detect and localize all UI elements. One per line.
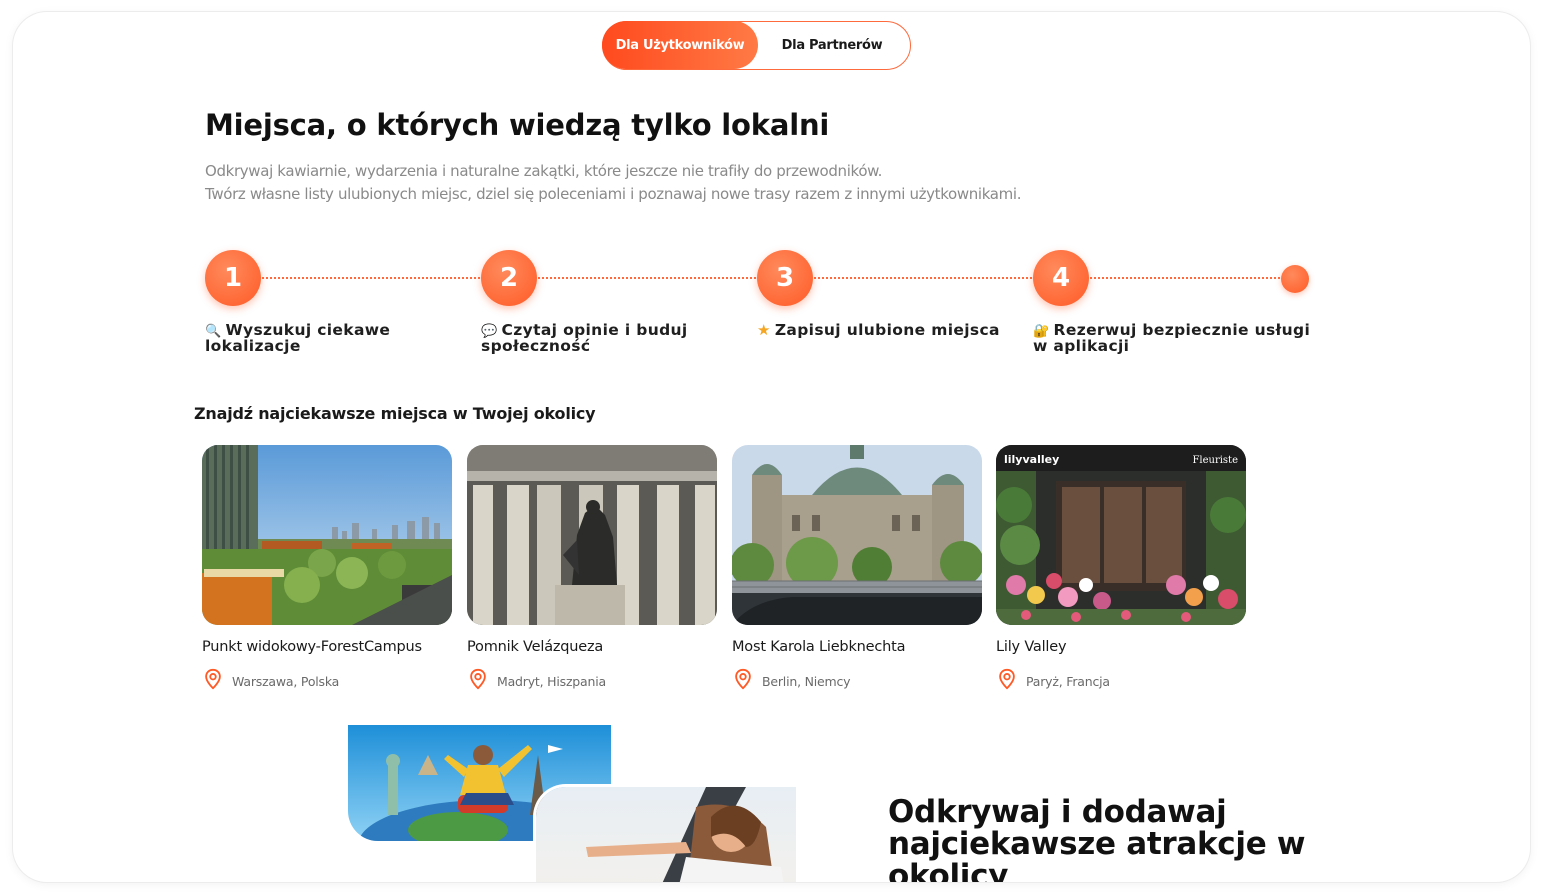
step-number-1: 1 (205, 250, 261, 306)
audience-toggle: Dla Użytkowników Dla Partnerów (602, 21, 911, 70)
hero-description-line: Twórz własne listy ulubionych miejsc, dz… (205, 185, 1022, 203)
place-image-forest-campus[interactable] (202, 445, 452, 625)
star-icon: ★ (757, 321, 771, 339)
place-card[interactable]: Pomnik Velázqueza Madryt, Hiszpania (467, 445, 717, 695)
step-label-2: 💬 Czytaj opinie i buduj społeczność (481, 321, 721, 355)
place-card[interactable]: lilyvalley Fleuriste Lily Valley Paryż, … (996, 445, 1246, 695)
step-number-3: 3 (757, 250, 813, 306)
step-label-4: 🔐 Rezerwuj bezpiecznie usługi w aplikacji (1033, 321, 1323, 355)
shop-sign-text: lilyvalley (1004, 453, 1059, 466)
step-text: Czytaj opinie i buduj społeczność (481, 321, 688, 355)
place-image-liebknecht-bridge[interactable] (732, 445, 982, 625)
location-text: Warszawa, Polska (232, 674, 340, 689)
location-pin-icon (996, 668, 1018, 695)
promo-image-friends (536, 787, 796, 882)
promo-title: Odkrywaj i dodawaj najciekawsze atrakcje… (888, 794, 1306, 882)
place-card[interactable]: Punkt widokowy-ForestCampus Warszawa, Po… (202, 445, 452, 695)
step-label-3: ★ Zapisuj ulubione miejsca (757, 321, 1017, 339)
location-pin-icon (467, 668, 489, 695)
location-text: Berlin, Niemcy (762, 674, 851, 689)
toggle-users-button[interactable]: Dla Użytkowników (602, 21, 758, 69)
place-image-velazquez-monument[interactable] (467, 445, 717, 625)
step-number-4: 4 (1033, 250, 1089, 306)
place-location: Warszawa, Polska (202, 668, 452, 695)
step-number-2: 2 (481, 250, 537, 306)
place-location: Berlin, Niemcy (732, 668, 982, 695)
place-name[interactable]: Most Karola Liebknechta (732, 639, 982, 655)
place-name[interactable]: Punkt widokowy-ForestCampus (202, 639, 452, 655)
step-text: Zapisuj ulubione miejsca (774, 321, 1000, 339)
page-frame: Dla Użytkowników Dla Partnerów Miejsca, … (13, 12, 1530, 882)
location-text: Paryż, Francja (1026, 674, 1110, 689)
place-location: Paryż, Francja (996, 668, 1246, 695)
location-text: Madryt, Hiszpania (497, 674, 606, 689)
place-name[interactable]: Lily Valley (996, 639, 1246, 655)
place-card[interactable]: Most Karola Liebknechta Berlin, Niemcy (732, 445, 982, 695)
location-pin-icon (732, 668, 754, 695)
place-location: Madryt, Hiszpania (467, 668, 717, 695)
page-title: Miejsca, o których wiedzą tylko lokalni (205, 108, 830, 142)
steps-end-dot (1281, 265, 1309, 293)
hero-description: Odkrywaj kawiarnie, wydarzenia i natural… (205, 160, 1105, 206)
place-image-lily-valley[interactable]: lilyvalley Fleuriste (996, 445, 1246, 625)
step-text: Rezerwuj bezpiecznie usługi w aplikacji (1033, 321, 1311, 355)
step-label-1: 🔍 Wyszukuj ciekawe lokalizacje (205, 321, 445, 355)
toggle-partners-button[interactable]: Dla Partnerów (771, 21, 893, 69)
shop-sign-text: Fleuriste (1192, 455, 1238, 466)
step-text: Wyszukuj ciekawe lokalizacje (205, 321, 391, 355)
places-section-title: Znajdź najciekawsze miejsca w Twojej oko… (194, 404, 596, 423)
place-name[interactable]: Pomnik Velázqueza (467, 639, 717, 655)
location-pin-icon (202, 668, 224, 695)
hero-description-line: Odkrywaj kawiarnie, wydarzenia i natural… (205, 162, 883, 180)
